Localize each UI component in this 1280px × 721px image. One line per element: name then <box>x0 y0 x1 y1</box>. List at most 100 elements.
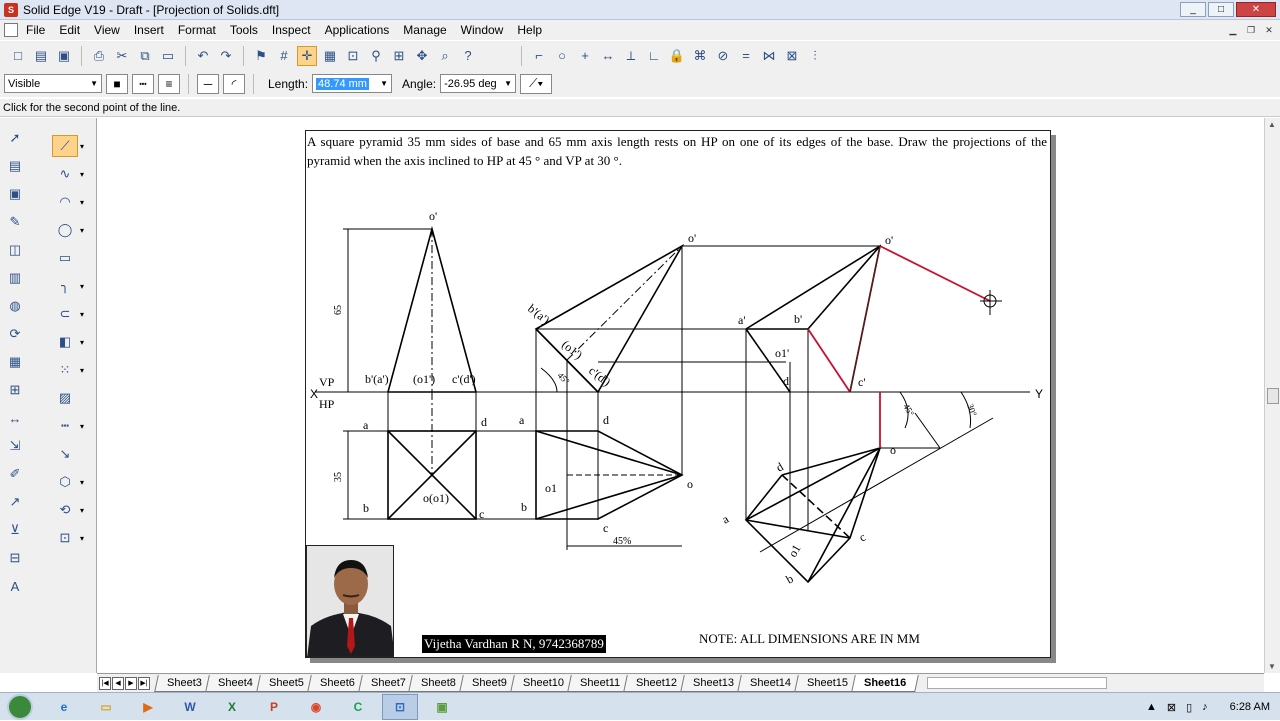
tangent-icon[interactable]: ⊘ <box>713 46 733 66</box>
new-icon[interactable]: □ <box>8 46 28 66</box>
view-wizard-icon[interactable]: ▥ <box>4 268 26 288</box>
menu-insert[interactable]: Insert <box>134 23 164 37</box>
hatch-tool-icon[interactable]: ▨ <box>52 387 78 409</box>
smart-dim-icon[interactable]: ⇲ <box>4 436 26 456</box>
weld-icon[interactable]: ⊻ <box>4 520 26 540</box>
open-icon[interactable]: ▤ <box>31 46 51 66</box>
camtasia-icon[interactable]: C <box>340 694 376 720</box>
close-button[interactable]: ✕ <box>1236 2 1276 17</box>
image-tool-icon[interactable]: ⊡ <box>52 527 78 549</box>
menu-manage[interactable]: Manage <box>403 23 446 37</box>
grid-icon[interactable]: # <box>274 46 294 66</box>
drawing-view-icon[interactable]: ▣ <box>4 184 26 204</box>
explorer-icon[interactable]: ▭ <box>88 694 124 720</box>
tab-sheet16[interactable]: Sheet16 <box>851 674 920 692</box>
snap-icon[interactable]: ✛ <box>297 45 317 66</box>
offset-tool-icon[interactable]: ⊂ <box>52 303 78 325</box>
menu-format[interactable]: Format <box>178 23 216 37</box>
zoom-icon[interactable]: ⚲ <box>366 46 386 66</box>
undo-icon[interactable]: ↶ <box>193 46 213 66</box>
scroll-down-icon[interactable]: ▼ <box>1268 662 1276 671</box>
fillet-icon[interactable]: ⌐ <box>529 46 549 66</box>
fillet-tool-icon[interactable]: ╮ <box>52 275 78 297</box>
dimension-icon[interactable]: ↔ <box>4 408 26 428</box>
library-icon[interactable]: ▤ <box>4 156 26 176</box>
layers-icon[interactable]: ◫ <box>4 240 26 260</box>
dim-tool-icon[interactable]: ┅ <box>52 415 78 437</box>
lock-icon[interactable]: 🔒 <box>667 46 687 66</box>
properties-icon[interactable]: ✎ <box>4 212 26 232</box>
chrome-icon[interactable]: ◉ <box>298 694 334 720</box>
doc-close-button[interactable]: ✕ <box>1262 23 1276 37</box>
symbol-icon[interactable]: ⊟ <box>4 548 26 568</box>
maximize-button[interactable]: □ <box>1208 2 1234 17</box>
inspect-icon[interactable]: ⌕ <box>435 46 455 66</box>
fill-tool-icon[interactable]: ◧ <box>52 331 78 353</box>
excel-icon[interactable]: X <box>214 694 250 720</box>
sheet-setup-icon[interactable]: ▦ <box>320 46 340 66</box>
menu-window[interactable]: Window <box>461 23 504 37</box>
first-sheet-icon[interactable]: |◀ <box>99 676 111 690</box>
detail-icon[interactable]: ⊞ <box>4 380 26 400</box>
section-icon[interactable]: ◍ <box>4 296 26 316</box>
word-icon[interactable]: W <box>172 694 208 720</box>
rigid-icon[interactable]: ⊠ <box>782 46 802 66</box>
menu-help[interactable]: Help <box>517 23 542 37</box>
clock[interactable]: 6:28 AM <box>1230 701 1270 713</box>
circle-tool-icon[interactable]: ◯ <box>52 219 78 241</box>
menu-file[interactable]: File <box>26 23 45 37</box>
flag-icon[interactable]: ⚑ <box>251 46 271 66</box>
fit-icon[interactable]: ⊞ <box>389 46 409 66</box>
paste-icon[interactable]: ▭ <box>158 46 178 66</box>
pattern-tool-icon[interactable]: ⁙ <box>52 359 78 381</box>
start-button[interactable] <box>0 693 40 721</box>
powerpoint-icon[interactable]: P <box>256 694 292 720</box>
symmetric-icon[interactable]: ⋈ <box>759 46 779 66</box>
menu-applications[interactable]: Applications <box>325 23 390 37</box>
relationship-icon[interactable]: ⫶ <box>805 46 825 66</box>
doc-minimize-button[interactable]: ▁ <box>1226 23 1240 37</box>
scroll-up-icon[interactable]: ▲ <box>1268 120 1276 129</box>
equal-icon[interactable]: = <box>736 46 756 66</box>
menu-tools[interactable]: Tools <box>230 23 258 37</box>
length-input[interactable]: 48.74 mm ▼ <box>312 74 393 93</box>
line-style-select[interactable]: Visible ▼ <box>4 74 102 93</box>
ie-icon[interactable]: e <box>46 694 82 720</box>
projection-line-icon[interactable]: ⟋▾ <box>520 73 553 94</box>
document-icon[interactable] <box>4 23 18 37</box>
line-color-icon[interactable]: ■ <box>106 73 128 94</box>
last-sheet-icon[interactable]: ▶| <box>138 676 150 690</box>
print-icon[interactable]: ⎙ <box>89 46 109 66</box>
text-icon[interactable]: A <box>4 576 26 596</box>
circle-icon[interactable]: ○ <box>552 46 572 66</box>
line-mode-icon[interactable]: ─ <box>197 73 219 94</box>
redo-icon[interactable]: ↷ <box>216 46 236 66</box>
refresh-tool-icon[interactable]: ⟲ <box>52 499 78 521</box>
connect-icon[interactable]: ⌘ <box>690 46 710 66</box>
rectangle-tool-icon[interactable]: ▭ <box>52 247 78 269</box>
save-icon[interactable]: ▣ <box>54 46 74 66</box>
zoom-area-icon[interactable]: ⊡ <box>343 46 363 66</box>
network-icon[interactable]: ⊠ <box>1167 701 1176 714</box>
arc-tool-icon[interactable]: ◠ <box>52 191 78 213</box>
prev-sheet-icon[interactable]: ◀ <box>112 676 124 690</box>
scroll-thumb[interactable] <box>1267 388 1279 404</box>
menu-edit[interactable]: Edit <box>59 23 80 37</box>
curve-tool-icon[interactable]: ∿ <box>52 163 78 185</box>
horizontal-scrollbar[interactable] <box>927 677 1108 689</box>
power-icon[interactable]: ▯ <box>1186 701 1192 714</box>
update-icon[interactable]: ⟳ <box>4 324 26 344</box>
vertical-icon[interactable]: ⟂ <box>621 46 641 66</box>
horizontal-icon[interactable]: + <box>575 46 595 66</box>
pan-icon[interactable]: ✥ <box>412 46 432 66</box>
select-icon[interactable]: ➚ <box>4 128 26 148</box>
annotation-icon[interactable]: ✐ <box>4 464 26 484</box>
callout-tool-icon[interactable]: ↘ <box>52 443 78 465</box>
leader-icon[interactable]: ↗ <box>4 492 26 512</box>
show-hidden-icon[interactable]: ▲ <box>1146 701 1157 713</box>
part-tool-icon[interactable]: ⬡ <box>52 471 78 493</box>
table-icon[interactable]: ▦ <box>4 352 26 372</box>
angle-input[interactable]: -26.95 deg ▼ <box>440 74 517 93</box>
whats-this-icon[interactable]: ? <box>458 46 478 66</box>
vertical-scrollbar[interactable]: ▲ ▼ <box>1264 118 1280 673</box>
